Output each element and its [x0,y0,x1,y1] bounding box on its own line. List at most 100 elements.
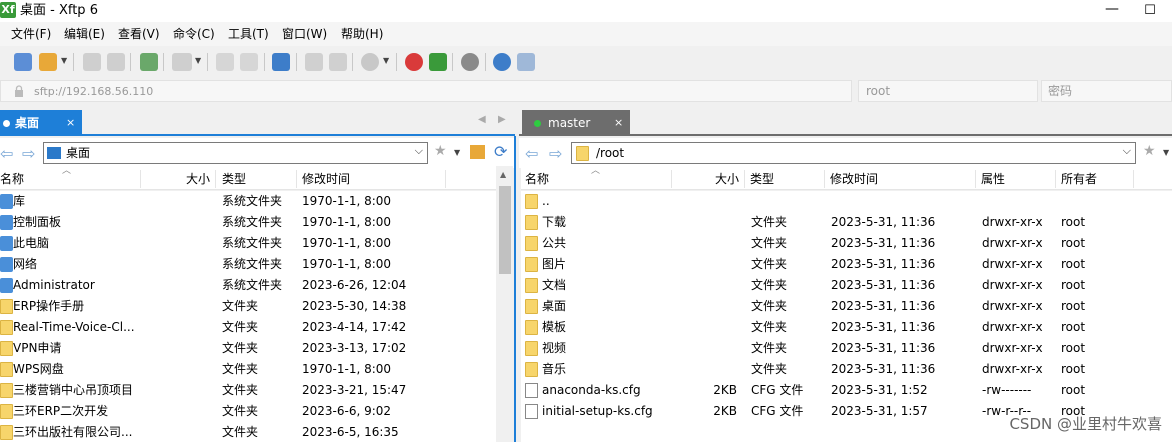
cell-modified: 2023-5-31, 11:36 [831,257,936,271]
col-type[interactable]: 类型 [222,168,246,190]
col-attributes[interactable]: 属性 [981,168,1005,190]
table-row[interactable]: 视频 文件夹 2023-5-31, 11:36 drwxr-xr-x root [521,338,1172,359]
view-icon[interactable] [172,53,192,71]
right-path-value: /root [596,146,625,160]
chevron-down-icon[interactable]: ▼ [1163,148,1169,157]
table-row[interactable]: 三楼营销中心吊顶项目 文件夹 2023-3-21, 15:47 [0,380,496,401]
username-field[interactable]: root [858,80,1038,102]
table-row[interactable]: WPS网盘 文件夹 1970-1-1, 8:00 [0,359,496,380]
xshell-icon[interactable] [405,53,423,71]
table-row[interactable]: 文档 文件夹 2023-5-31, 11:36 drwxr-xr-x root [521,275,1172,296]
menu-file[interactable]: 文件(F) [11,22,51,46]
col-owner[interactable]: 所有者 [1061,168,1097,190]
table-row[interactable]: 公共 文件夹 2023-5-31, 11:36 drwxr-xr-x root [521,233,1172,254]
table-row[interactable]: 库 系统文件夹 1970-1-1, 8:00 [0,191,496,212]
computer-icon [0,236,13,251]
new-tab-icon[interactable] [140,53,158,71]
disconnect-icon[interactable] [107,53,125,71]
folder-icon [0,341,13,356]
tab-desktop[interactable]: 桌面 × [0,110,82,136]
scroll-up-icon[interactable]: ▲ [500,170,506,179]
address-value: sftp://192.168.56.110 [34,85,154,98]
menu-view[interactable]: 查看(V) [118,22,160,46]
refresh-icon[interactable]: ⟳ [494,142,507,161]
col-separator [445,170,446,188]
chevron-down-icon[interactable]: ▼ [61,56,67,65]
back-arrow-icon[interactable]: ⇦ [525,144,538,163]
document-icon[interactable] [240,53,258,71]
close-icon[interactable]: × [66,110,75,136]
table-row[interactable]: Real-Time-Voice-Cl... 文件夹 2023-4-14, 17:42 [0,317,496,338]
table-row[interactable]: .. [521,191,1172,212]
tab-scroll-left-icon[interactable]: ◀ [478,114,486,125]
forward-arrow-icon[interactable]: ⇨ [22,144,35,163]
table-row[interactable]: 控制面板 系统文件夹 1970-1-1, 8:00 [0,212,496,233]
cell-owner: root [1061,257,1086,271]
connect-icon[interactable] [83,53,101,71]
help-icon[interactable] [493,53,511,71]
paste-icon[interactable] [329,53,347,71]
chevron-down-icon[interactable]: ⌵ [1123,144,1131,158]
col-size[interactable]: 大小 [715,168,739,190]
right-path-combo[interactable]: /root ⌵ [571,142,1136,164]
table-row[interactable]: 桌面 文件夹 2023-5-31, 11:36 drwxr-xr-x root [521,296,1172,317]
close-icon[interactable]: × [614,110,623,136]
open-folder-icon[interactable] [39,53,57,71]
menu-tools[interactable]: 工具(T) [228,22,269,46]
cell-modified: 2023-3-21, 15:47 [302,383,407,397]
col-size[interactable]: 大小 [186,168,210,190]
globe-icon[interactable] [361,53,379,71]
col-modified[interactable]: 修改时间 [830,168,878,190]
cell-name: WPS网盘 [13,362,64,376]
new-session-icon[interactable] [14,53,32,71]
table-row[interactable]: anaconda-ks.cfg 2KB CFG 文件 2023-5-31, 1:52 -… [521,380,1172,401]
tab-scroll-right-icon[interactable]: ▶ [498,114,506,125]
left-scrollbar-thumb[interactable] [499,186,511,274]
chevron-down-icon[interactable]: ⌵ [415,144,423,158]
table-row[interactable]: 网络 系统文件夹 1970-1-1, 8:00 [0,254,496,275]
table-row[interactable]: VPN申请 文件夹 2023-3-13, 17:02 [0,338,496,359]
chevron-down-icon[interactable]: ▼ [383,56,389,65]
properties-icon[interactable] [216,53,234,71]
maximize-button[interactable]: ☐ [1138,0,1162,22]
menu-command[interactable]: 命令(C) [173,22,215,46]
chevron-down-icon[interactable]: ▼ [454,148,460,157]
cell-modified: 1970-1-1, 8:00 [302,194,392,208]
cell-owner: root [1061,278,1086,292]
password-field[interactable]: 密码 [1041,80,1172,102]
col-name[interactable]: 名称 [525,168,549,190]
col-name[interactable]: 名称 [0,168,24,190]
address-field[interactable]: sftp://192.168.56.110 [0,80,852,102]
left-path-combo[interactable]: 桌面 ⌵ [43,142,428,164]
table-row[interactable]: Administrator 系统文件夹 2023-6-26, 12:04 [0,275,496,296]
menu-window[interactable]: 窗口(W) [282,22,327,46]
cell-type: 文件夹 [222,362,259,376]
tab-master[interactable]: master × [522,110,630,136]
table-row[interactable]: 三环出版社有限公司... 文件夹 2023-6-5, 16:35 [0,422,496,442]
back-arrow-icon[interactable]: ⇦ [0,144,13,163]
star-icon[interactable]: ★ [434,143,447,159]
watermark: CSDN @业里村牛欢喜 [1009,415,1162,433]
forward-arrow-icon[interactable]: ⇨ [549,144,562,163]
table-row[interactable]: 音乐 文件夹 2023-5-31, 11:36 drwxr-xr-x root [521,359,1172,380]
table-row[interactable]: 下载 文件夹 2023-5-31, 11:36 drwxr-xr-x root [521,212,1172,233]
col-modified[interactable]: 修改时间 [302,168,350,190]
table-row[interactable]: 模板 文件夹 2023-5-31, 11:36 drwxr-xr-x root [521,317,1172,338]
table-row[interactable]: 图片 文件夹 2023-5-31, 11:36 drwxr-xr-x root [521,254,1172,275]
table-row[interactable]: ERP操作手册 文件夹 2023-5-30, 14:38 [0,296,496,317]
minimize-button[interactable]: — [1100,0,1124,22]
menu-edit[interactable]: 编辑(E) [64,22,105,46]
table-row[interactable]: 三环ERP二次开发 文件夹 2023-6-6, 9:02 [0,401,496,422]
menu-help[interactable]: 帮助(H) [341,22,383,46]
col-type[interactable]: 类型 [750,168,774,190]
cell-modified: 2023-6-5, 16:35 [302,425,399,439]
transfer-icon[interactable] [272,53,290,71]
star-icon[interactable]: ★ [1143,143,1156,159]
chat-icon[interactable] [517,53,535,71]
copy-icon[interactable] [305,53,323,71]
gear-icon[interactable] [461,53,479,71]
chevron-down-icon[interactable]: ▼ [195,56,201,65]
table-row[interactable]: 此电脑 系统文件夹 1970-1-1, 8:00 [0,233,496,254]
home-folder-icon[interactable] [470,145,485,159]
xftp-icon[interactable] [429,53,447,71]
